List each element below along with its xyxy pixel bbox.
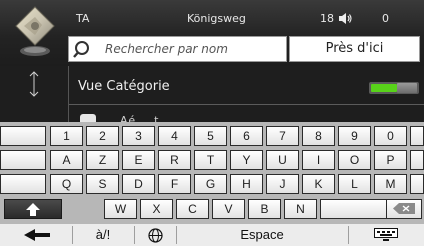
- ta-indicator: TA: [76, 12, 90, 25]
- key-spacer: [0, 126, 46, 146]
- key-t[interactable]: T: [194, 150, 227, 170]
- key-a[interactable]: A: [50, 150, 83, 170]
- key-8[interactable]: 8: [302, 126, 335, 146]
- key-y[interactable]: Y: [230, 150, 263, 170]
- key-2[interactable]: 2: [86, 126, 119, 146]
- key-x[interactable]: X: [140, 199, 173, 219]
- key-p[interactable]: P: [374, 150, 407, 170]
- space-key[interactable]: Espace: [182, 224, 342, 246]
- key-r[interactable]: R: [158, 150, 191, 170]
- key-spacer: [410, 126, 424, 146]
- key-b[interactable]: B: [248, 199, 281, 219]
- keyboard-hide-icon: [374, 228, 398, 241]
- row-divider: [69, 104, 424, 105]
- key-7[interactable]: 7: [266, 126, 299, 146]
- key-u[interactable]: U: [266, 150, 299, 170]
- key-m[interactable]: M: [374, 174, 407, 194]
- search-icon: [73, 41, 89, 58]
- search-input[interactable]: Rechercher par nom: [68, 36, 287, 62]
- header-bar: TA Königsweg 18 0 Rechercher par nom Prè…: [0, 0, 424, 66]
- search-placeholder: Rechercher par nom: [105, 42, 228, 56]
- key-q[interactable]: Q: [50, 174, 83, 194]
- category-view-toggle[interactable]: [369, 82, 419, 94]
- bar-separator: [176, 226, 177, 244]
- key-4[interactable]: 4: [158, 126, 191, 146]
- key-5[interactable]: 5: [194, 126, 227, 146]
- key-spacer: [410, 174, 424, 194]
- key-s[interactable]: S: [86, 174, 119, 194]
- shift-key[interactable]: [4, 199, 62, 219]
- key-c[interactable]: C: [176, 199, 209, 219]
- category-list: Vue Catégorie Aé... t: [0, 66, 424, 127]
- status-extra-value: 0: [382, 12, 389, 25]
- back-arrow-icon: [24, 229, 50, 241]
- key-1[interactable]: 1: [50, 126, 83, 146]
- key-6[interactable]: 6: [230, 126, 263, 146]
- language-key[interactable]: [140, 224, 170, 246]
- key-g[interactable]: G: [194, 174, 227, 194]
- key-i[interactable]: I: [302, 150, 335, 170]
- bar-separator: [134, 226, 135, 244]
- map-logo-icon[interactable]: [14, 5, 56, 59]
- key-v[interactable]: V: [212, 199, 245, 219]
- navigation-search-screen: TA Königsweg 18 0 Rechercher par nom Prè…: [0, 0, 424, 246]
- key-e[interactable]: E: [122, 150, 155, 170]
- house-number: 18: [320, 12, 334, 25]
- current-street: Königsweg: [187, 12, 246, 25]
- key-d[interactable]: D: [122, 174, 155, 194]
- key-spacer: [0, 150, 46, 170]
- back-button[interactable]: [18, 224, 56, 246]
- key-spacer: [410, 150, 424, 170]
- key-3[interactable]: 3: [122, 126, 155, 146]
- scroll-arrows-icon[interactable]: [26, 70, 42, 98]
- backspace-icon: [393, 203, 415, 214]
- key-l[interactable]: L: [338, 174, 371, 194]
- globe-icon: [147, 228, 163, 243]
- volume-icon: [339, 13, 352, 24]
- shift-icon: [26, 203, 40, 216]
- hide-keyboard-key[interactable]: [358, 224, 414, 246]
- bar-separator: [348, 226, 349, 244]
- toggle-on-indicator: [371, 84, 397, 92]
- key-9[interactable]: 9: [338, 126, 371, 146]
- key-0[interactable]: 0: [374, 126, 407, 146]
- toggle-knob: [397, 83, 417, 93]
- key-spacer: [0, 174, 46, 194]
- key-j[interactable]: J: [266, 174, 299, 194]
- key-o[interactable]: O: [338, 150, 371, 170]
- bar-separator: [72, 226, 73, 244]
- key-h[interactable]: H: [230, 174, 263, 194]
- key-f[interactable]: F: [158, 174, 191, 194]
- mode-switch-key[interactable]: à/!: [78, 224, 128, 246]
- key-k[interactable]: K: [302, 174, 335, 194]
- key-w[interactable]: W: [104, 199, 137, 219]
- key-z[interactable]: Z: [86, 150, 119, 170]
- category-view-row[interactable]: Vue Catégorie: [69, 70, 424, 104]
- near-here-button[interactable]: Près d'ici: [289, 36, 420, 62]
- category-view-label: Vue Catégorie: [78, 79, 170, 94]
- key-n[interactable]: N: [284, 199, 317, 219]
- backspace-key[interactable]: [386, 199, 422, 219]
